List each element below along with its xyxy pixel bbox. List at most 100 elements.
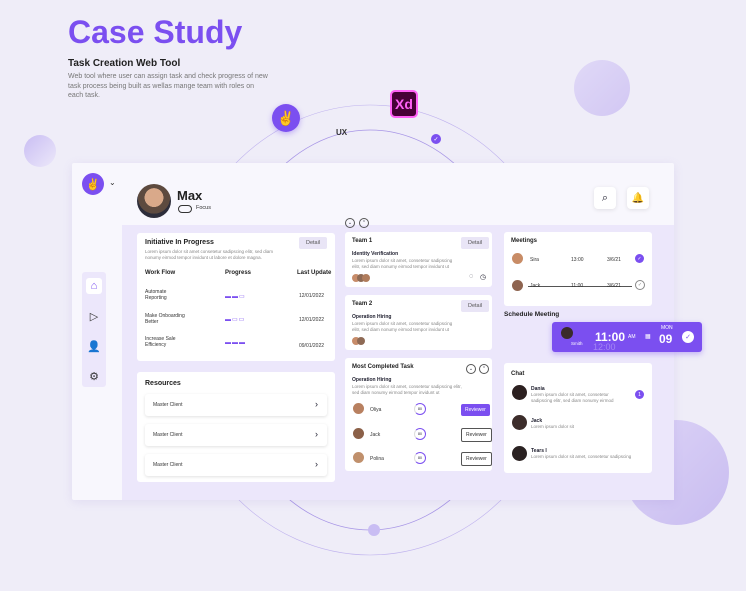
chevron-right-icon: ›	[315, 429, 318, 439]
progress-dots: ▬▭▭	[225, 317, 246, 323]
resource-label: Master Client	[153, 432, 183, 438]
chat-message: Lorem ipsum dolor sit amet, consetetur s…	[531, 454, 632, 459]
focus-toggle[interactable]	[178, 205, 192, 213]
resource-item[interactable]: Master Client ›	[145, 424, 327, 446]
reviewer-button[interactable]: Reviewer	[461, 428, 492, 442]
meeting-time: 11:00	[571, 283, 584, 289]
team-detail-button[interactable]: Detail	[461, 237, 490, 249]
progress-ring: 80	[414, 452, 426, 464]
progress-ring: 80	[414, 428, 426, 440]
workflow-name: Increase Sale Efficiency	[145, 336, 176, 348]
meeting-name: Jack	[530, 283, 541, 289]
users-icon[interactable]: 👤	[86, 338, 102, 354]
initiative-desc: Lorem ipsum dolor sit amet consetetur sa…	[145, 249, 274, 260]
brand-logo-badge: ✌	[272, 104, 300, 132]
chevron-down-icon[interactable]: ⌄	[109, 178, 116, 187]
schedule-widget[interactable]: Smith 11:00 12:00 AM ▦ MON 09 ✓	[552, 322, 702, 352]
team-card: Team 1 Detail Identity Verification Lore…	[345, 232, 492, 287]
team-subtitle: Identity Verification	[352, 251, 399, 257]
person-avatar	[353, 428, 364, 439]
workflow-date: 09/01/2022	[299, 343, 325, 349]
chat-avatar	[512, 415, 527, 430]
chat-message: Lorem ipsum dolor sit amet, consetetur s…	[531, 392, 614, 403]
home-icon[interactable]: ⌂	[86, 278, 102, 294]
completed-desc: Lorem ipsum dolor sit amet, consetetur s…	[352, 384, 462, 395]
bell-icon: 🔔	[631, 192, 645, 204]
resource-item[interactable]: Master Client ›	[145, 454, 327, 476]
progress-dots: ▬▬▭	[225, 294, 246, 300]
person-name: Jack	[370, 432, 381, 438]
chat-card: Chat Dania Lorem ipsum dolor sit amet, c…	[504, 363, 652, 473]
chat-avatar	[512, 385, 527, 400]
progress-dots: ▬▬▬	[225, 340, 246, 346]
person-avatar	[353, 403, 364, 414]
avatar-max	[137, 184, 171, 218]
meeting-time: 13:00	[571, 257, 584, 263]
person-name: Polina	[370, 456, 384, 462]
member-avatar	[362, 274, 370, 282]
hero-description: Web tool where user can assign task and …	[68, 73, 268, 99]
meeting-date: 3/6/21	[607, 283, 621, 289]
progress-ring: 80	[414, 403, 426, 415]
schedule-next-time: 12:00	[593, 342, 616, 352]
reviewer-button[interactable]: Reviewer	[461, 452, 492, 466]
sidebar-nav: ⌂ ▷ 👤 ⚙	[82, 272, 106, 387]
col-progress: Progress	[225, 270, 252, 276]
play-icon[interactable]: ▷	[86, 308, 102, 324]
chevron-right-icon: ›	[315, 399, 318, 409]
chevron-right-icon: ›	[315, 459, 318, 469]
team-card: Team 2 Detail Operation Hiring Lorem ips…	[345, 295, 492, 350]
chat-title: Chat	[511, 371, 525, 377]
resources-title: Resources	[145, 380, 181, 387]
comment-icon[interactable]: ◌	[469, 273, 473, 280]
search-button[interactable]: ⌕	[594, 187, 616, 209]
collapse-up-icon[interactable]: ⌃	[479, 364, 489, 374]
team-title: Team 1	[352, 238, 373, 244]
collapse-down-icon[interactable]: ⌄	[466, 364, 476, 374]
clock-icon[interactable]: ◷	[480, 273, 486, 281]
team-subtitle: Operation Hiring	[352, 314, 392, 320]
chat-message: Lorem ipsum dolor sit	[531, 424, 575, 429]
col-workflow: Work Flow	[145, 270, 176, 276]
check-orbit-icon: ✓	[431, 134, 441, 144]
meeting-avatar	[512, 280, 523, 291]
workflow-date: 12/01/2022	[299, 293, 325, 299]
schedule-person: Smith	[571, 341, 583, 346]
team-title: Team 2	[352, 301, 373, 307]
resource-item[interactable]: Master Client ›	[145, 394, 327, 416]
schedule-day-label: MON	[661, 325, 673, 331]
initiative-card: Initiative In Progress Detail Lorem ipsu…	[137, 233, 335, 361]
meeting-name: Sira	[530, 257, 539, 263]
schedule-avatar	[561, 327, 573, 339]
meetings-card: Meetings Sira 13:00 3/6/21 ✓ Jack 11:00 …	[504, 232, 652, 306]
calendar-icon: ▦	[645, 334, 651, 340]
resource-label: Master Client	[153, 402, 183, 408]
initiative-detail-button[interactable]: Detail	[299, 237, 328, 249]
team-desc: Lorem ipsum dolor sit amet, consetetur s…	[352, 321, 453, 332]
check-circle-icon[interactable]: ✓	[635, 280, 645, 290]
member-avatar	[357, 337, 365, 345]
initiative-title: Initiative In Progress	[145, 239, 214, 246]
hero-title: Case Study	[68, 14, 243, 50]
schedule-title: Schedule Meeting	[504, 311, 560, 318]
collapse-up-icon[interactable]: ⌃	[359, 218, 369, 228]
search-icon: ⌕	[601, 191, 609, 204]
team-detail-button[interactable]: Detail	[461, 300, 490, 312]
app-logo-icon[interactable]: ✌	[82, 173, 104, 195]
check-circle-icon[interactable]: ✓	[635, 254, 644, 263]
resources-card: Resources Master Client › Master Client …	[137, 372, 335, 482]
user-name: Max	[177, 188, 203, 203]
schedule-ampm: AM	[628, 334, 636, 340]
settings-icon[interactable]: ⚙	[86, 368, 102, 384]
focus-label: Focus	[196, 205, 211, 211]
reviewer-button[interactable]: Reviewer	[461, 404, 490, 416]
confirm-check-icon[interactable]: ✓	[682, 331, 694, 343]
completed-title: Most Completed Task	[352, 364, 414, 370]
person-name: Oliya	[370, 407, 382, 413]
workflow-date: 12/01/2022	[299, 317, 325, 323]
resource-label: Master Client	[153, 462, 183, 468]
collapse-down-icon[interactable]: ⌄	[345, 218, 355, 228]
unread-badge: 1	[635, 390, 644, 399]
ux-label: UX	[336, 128, 348, 137]
notification-button[interactable]: 🔔	[627, 187, 649, 209]
